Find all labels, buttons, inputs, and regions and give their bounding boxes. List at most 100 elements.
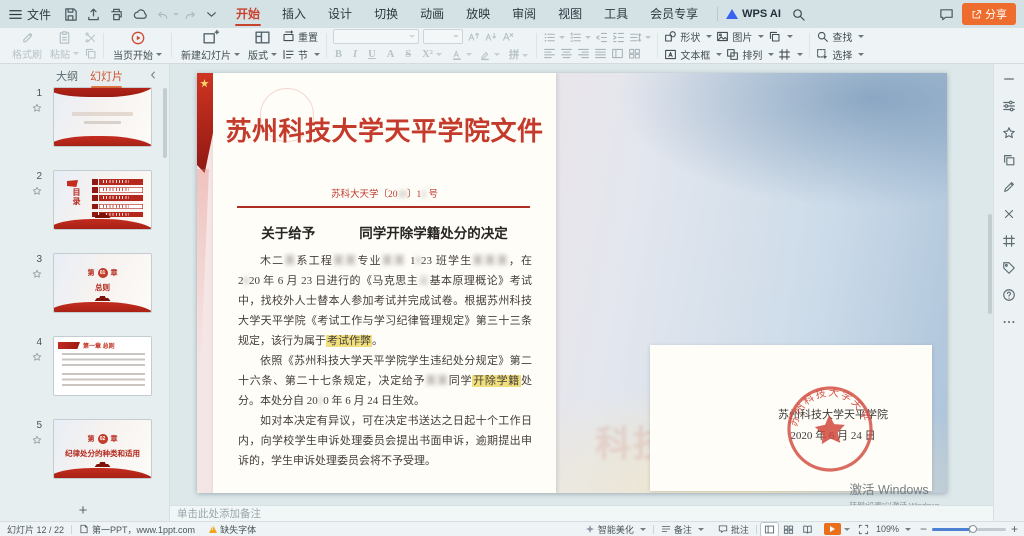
tab-7[interactable]: 视图 — [547, 0, 593, 28]
tab-0[interactable]: 开始 — [225, 0, 271, 28]
rail-collapse-icon[interactable] — [1002, 72, 1016, 86]
font-color-button[interactable] — [451, 49, 472, 61]
layout-button[interactable]: 版式 — [245, 29, 280, 62]
bullets-button[interactable] — [543, 31, 565, 44]
numbering-button[interactable] — [569, 31, 591, 44]
search-icon[interactable] — [791, 7, 806, 22]
message-icon[interactable] — [939, 7, 954, 22]
slide-star-icon[interactable] — [32, 269, 42, 279]
outdent-button[interactable] — [595, 31, 608, 44]
new-slide-button[interactable]: 新建幻灯片 — [178, 29, 243, 62]
tag-icon[interactable] — [1002, 261, 1016, 275]
edit-pen-icon[interactable] — [1002, 180, 1016, 194]
textbox-button[interactable]: 文本框 — [664, 47, 722, 62]
zoom-out-button[interactable]: − — [920, 524, 927, 534]
section-button[interactable]: 节 — [282, 47, 320, 62]
editing-canvas[interactable]: 科技大学天平学院 苏州科技大学天平学院文件 苏科大天学〔2020〕12 号 关于… — [170, 64, 993, 505]
properties-icon[interactable] — [1002, 99, 1016, 113]
align-right-button[interactable] — [577, 47, 590, 60]
slide-thumbnail-4[interactable]: 4 第一章 总则 — [0, 337, 170, 395]
strikethrough-button[interactable]: S — [403, 49, 413, 60]
fit-screen-button[interactable] — [858, 524, 869, 535]
view-reading-button[interactable] — [799, 523, 816, 536]
tab-5[interactable]: 放映 — [455, 0, 501, 28]
share-button[interactable]: 分享 — [962, 3, 1016, 25]
notes-bar[interactable]: 单击此处添加备注 — [170, 505, 993, 521]
select-button[interactable]: 选择 — [816, 47, 864, 62]
superscript-button[interactable]: X² — [420, 49, 444, 60]
italic-button[interactable]: I — [351, 49, 359, 60]
font-size-select[interactable] — [423, 29, 463, 44]
redo-button[interactable] — [183, 7, 198, 22]
line-spacing-button[interactable] — [629, 31, 651, 44]
save-button[interactable] — [61, 5, 80, 24]
export-button[interactable] — [84, 5, 103, 24]
view-normal-button[interactable] — [761, 523, 778, 536]
print-button[interactable] — [107, 5, 126, 24]
ribbon-collapse-button[interactable] — [204, 7, 219, 22]
smart-beautify-button[interactable]: 智能美化 — [578, 522, 653, 536]
char-spacing-button[interactable]: A — [385, 49, 397, 60]
paste-button[interactable]: 粘贴 — [47, 30, 82, 61]
slide-star-icon[interactable] — [32, 352, 42, 362]
phonetic-button[interactable]: 拼 — [507, 47, 531, 62]
more-dots-icon[interactable] — [1002, 315, 1016, 329]
play-options-caret[interactable] — [844, 528, 850, 531]
canvas-vertical-scrollbar[interactable] — [988, 214, 992, 314]
panel-collapse-button[interactable] — [147, 69, 159, 81]
wps-ai-button[interactable]: WPS AI — [726, 8, 781, 20]
tab-slides[interactable]: 幻灯片 — [90, 68, 123, 84]
missing-font-warning[interactable]: 缺失字体 — [202, 522, 263, 536]
format-painter-button[interactable]: 格式刷 — [9, 30, 45, 61]
slideshow-play-button[interactable] — [824, 523, 841, 535]
shapes-button[interactable]: 形状 — [664, 29, 712, 44]
cloud-sync-button[interactable] — [130, 5, 149, 24]
align-left-button[interactable] — [543, 47, 556, 60]
slide-thumbnail-3[interactable]: 3 第01章总则 — [0, 254, 170, 312]
comments-button[interactable]: 批注 — [711, 522, 756, 536]
undo-button[interactable] — [155, 7, 179, 22]
zoom-slider-handle[interactable] — [969, 525, 977, 533]
underline-button[interactable]: U — [366, 49, 378, 60]
slide-thumbnail-5[interactable]: 5 第02章纪律处分的种类和适用 — [0, 420, 170, 478]
tab-3[interactable]: 切换 — [363, 0, 409, 28]
help-icon[interactable] — [1002, 288, 1016, 302]
object-more-button[interactable] — [778, 48, 803, 61]
indent-button[interactable] — [612, 31, 625, 44]
clear-format-button[interactable] — [501, 30, 514, 43]
cut-x-icon[interactable] — [1002, 207, 1016, 221]
slide-thumbnail-2[interactable]: 2 目录 — [0, 171, 170, 229]
file-menu[interactable]: 文件 — [0, 0, 59, 28]
cut-button[interactable] — [84, 31, 97, 44]
zoom-slider[interactable] — [932, 528, 1006, 531]
tab-2[interactable]: 设计 — [317, 0, 363, 28]
font-family-select[interactable] — [333, 29, 419, 44]
slide-star-icon[interactable] — [32, 103, 42, 113]
play-from-current-button[interactable]: 当页开始 — [110, 30, 165, 62]
view-sorter-button[interactable] — [780, 523, 797, 536]
slide-12[interactable]: 科技大学天平学院 苏州科技大学天平学院文件 苏科大天学〔2020〕12 号 关于… — [197, 73, 947, 493]
panel-scrollbar[interactable] — [163, 88, 167, 158]
template-credit[interactable]: 第一PPT，www.1ppt.com — [72, 522, 202, 536]
document-page-2[interactable]: 苏州科技大学天平学院 2020 年 6 月 24 日 苏州科技大学天平学院 — [650, 345, 932, 491]
tab-4[interactable]: 动画 — [409, 0, 455, 28]
tab-8[interactable]: 工具 — [593, 0, 639, 28]
notes-button[interactable]: 备注 — [654, 522, 711, 536]
zoom-level[interactable]: 109% — [873, 522, 914, 536]
text-direction-button[interactable] — [611, 47, 624, 60]
zoom-in-button[interactable]: + — [1011, 524, 1018, 534]
crop-frame-icon[interactable] — [1002, 234, 1016, 248]
add-slide-button[interactable]: + — [0, 502, 166, 519]
document-page-1[interactable]: 苏州科技大学天平学院文件 苏科大天学〔2020〕12 号 关于给予同学开除学籍处… — [213, 73, 556, 493]
favorites-star-icon[interactable] — [1002, 126, 1016, 140]
tab-9[interactable]: 会员专享 — [639, 0, 709, 28]
columns-button[interactable] — [628, 47, 641, 60]
align-justify-button[interactable] — [594, 47, 607, 60]
align-center-button[interactable] — [560, 47, 573, 60]
slide-star-icon[interactable] — [32, 186, 42, 196]
find-button[interactable]: 查找 — [816, 29, 864, 44]
slide-thumbnail-1[interactable]: 1 — [0, 88, 170, 146]
bold-button[interactable]: B — [333, 49, 344, 60]
increase-font-button[interactable] — [467, 30, 480, 43]
picture-button[interactable]: 图片 — [716, 29, 764, 44]
